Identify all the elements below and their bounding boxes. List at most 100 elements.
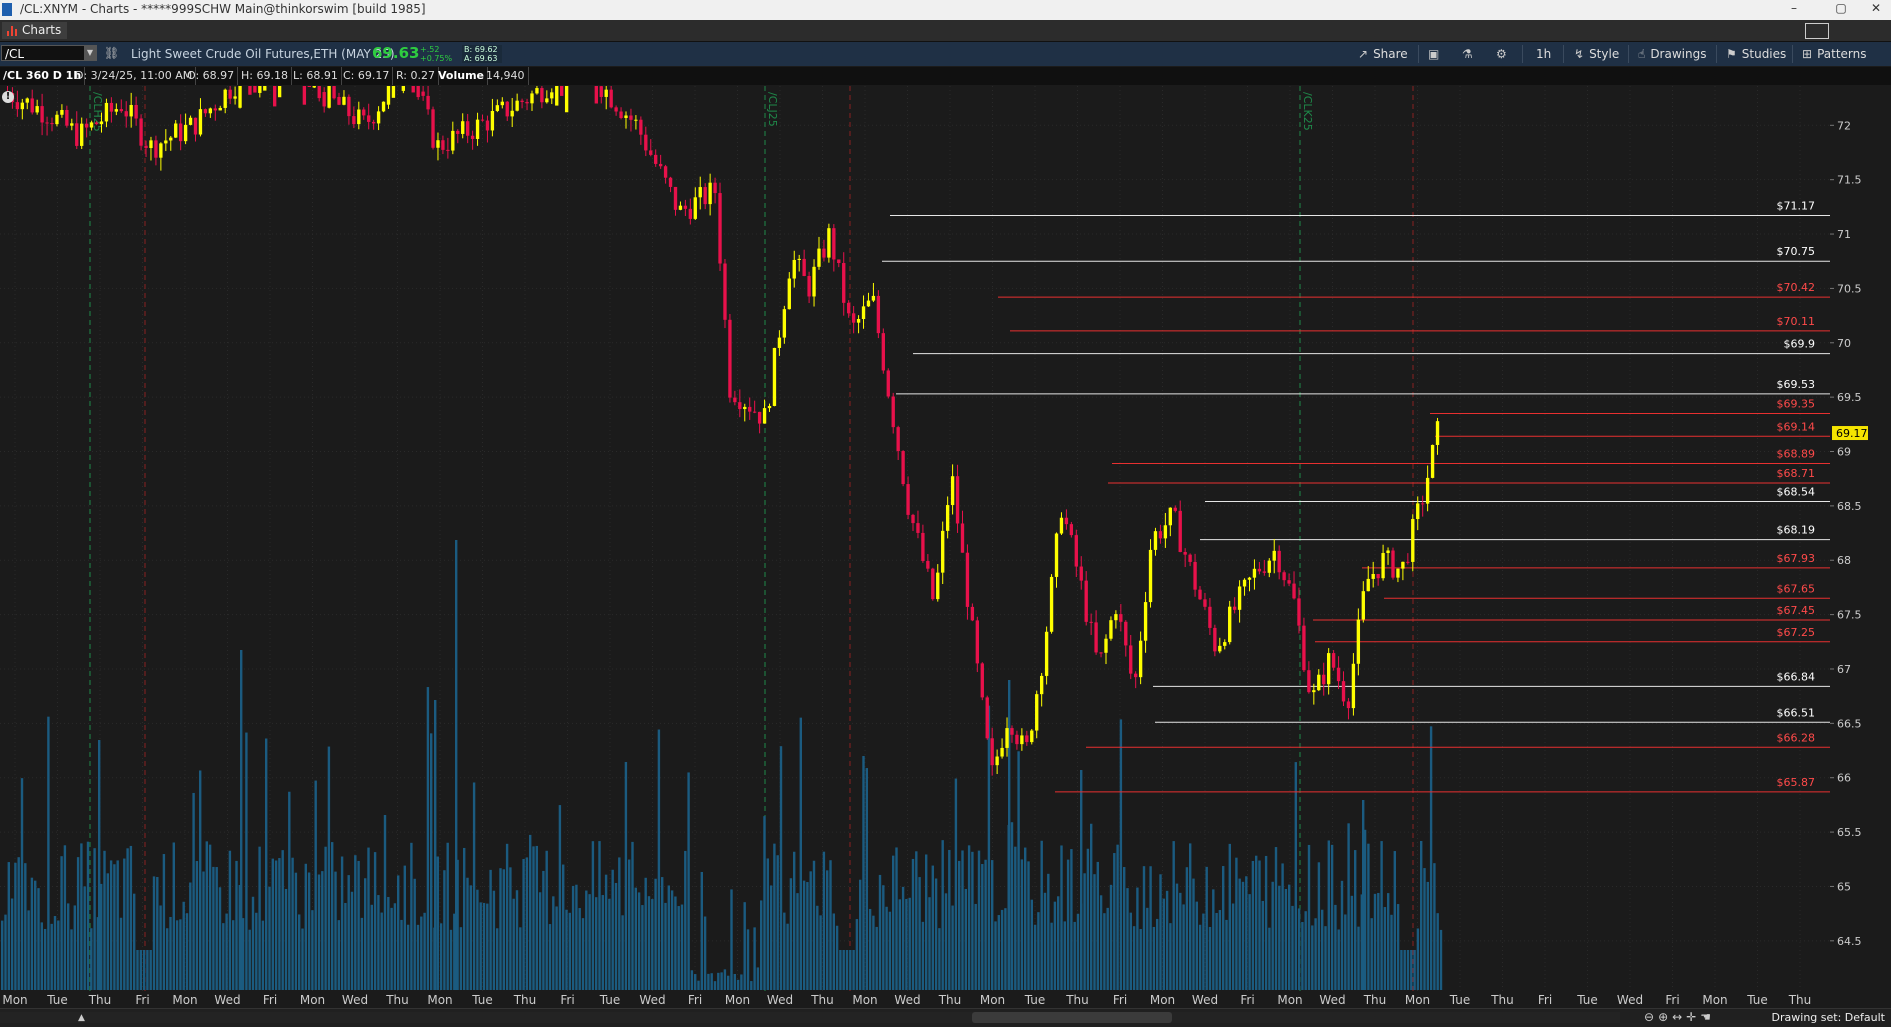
volume-bar (1096, 861, 1099, 990)
candle-body (1396, 568, 1400, 578)
zoom-in-icon[interactable]: ⊕ (1658, 1010, 1672, 1024)
volume-bar (888, 911, 892, 990)
volume-bar (1080, 770, 1083, 990)
settings-button[interactable]: ⚙ (1496, 45, 1512, 63)
volume-bar (684, 850, 687, 990)
candle-body (530, 93, 534, 104)
volume-bar (1400, 950, 1403, 990)
volume-bar (707, 973, 710, 990)
volume-bar (1047, 873, 1050, 990)
drawing-set-label[interactable]: Drawing set: Default (1772, 1011, 1885, 1024)
candle-body (426, 95, 430, 110)
price-chart[interactable]: /CLH25/CLJ25/CLK25 $71.17$70.75$70.42$70… (0, 86, 1891, 992)
volume-bar (1139, 929, 1142, 990)
volume-bar (855, 919, 859, 990)
tab-charts[interactable]: Charts (2, 22, 68, 39)
volume-bar (604, 874, 608, 990)
candle-body (748, 406, 752, 412)
last-price: 69.63 (372, 44, 420, 62)
thinkorswim-app-icon (2, 3, 12, 16)
hand-icon[interactable]: ☚ (1700, 1010, 1715, 1024)
volume-bar (205, 841, 208, 990)
symbol-dropdown-icon[interactable]: ▼ (84, 46, 96, 60)
candle-body (178, 123, 183, 142)
candle-body (757, 411, 762, 424)
volume-bar (469, 885, 472, 990)
candle-body (70, 123, 74, 126)
volume-bar (472, 782, 476, 990)
volume-bar (314, 780, 317, 990)
bar-low: L: 68.91 (290, 67, 342, 85)
volume-bar (519, 927, 522, 990)
minimize-button[interactable]: – (1779, 1, 1809, 15)
axis-tick-label: 65 (1837, 880, 1851, 893)
time-axis-label: Fri (1537, 993, 1553, 1007)
maximize-button[interactable]: ▢ (1826, 1, 1856, 15)
candle-body (1035, 694, 1039, 731)
expand-icon[interactable]: ▲ (78, 1013, 85, 1023)
volume-bar (1073, 921, 1076, 990)
flexible-grid-button[interactable]: ▣ (1428, 45, 1444, 63)
link-icon[interactable]: ⛓ (104, 46, 119, 60)
zoom-out-icon[interactable]: ⊖ (1644, 1010, 1658, 1024)
volume-bar (1208, 926, 1212, 990)
volume-bar (585, 890, 588, 990)
volume-bar (496, 928, 499, 990)
volume-bar (93, 848, 96, 990)
candle-body (109, 102, 114, 112)
symbol-input[interactable]: /CL (1, 45, 97, 61)
candle-body (35, 106, 39, 113)
volume-bar (1179, 892, 1182, 990)
time-axis-label: Mon (1702, 993, 1728, 1007)
volume-bar (1301, 921, 1304, 990)
volume-bar (779, 746, 783, 990)
layout-box-icon[interactable] (1805, 23, 1829, 39)
zoom-controls[interactable]: ⊖⊕↔✛☚ (1644, 1010, 1715, 1024)
close-window-button[interactable]: ✕ (1861, 1, 1891, 15)
volume-bar (1255, 855, 1258, 990)
drawings-button[interactable]: ☝ Drawings (1638, 45, 1706, 63)
share-button[interactable]: ↗ Share (1358, 45, 1408, 63)
volume-bar (677, 906, 680, 990)
volume-bar (397, 875, 400, 990)
candle-body (75, 123, 79, 146)
time-axis-label: Mon (2, 993, 28, 1007)
crosshair-icon[interactable]: ✛ (1686, 1010, 1700, 1024)
volume-bar (1258, 860, 1261, 990)
volume-bar (321, 871, 324, 990)
volume-bar (697, 980, 700, 990)
chart-scrollbar-track[interactable] (0, 1012, 1620, 1023)
volume-bar (4, 914, 7, 990)
style-button[interactable]: ↯ Style (1574, 45, 1619, 63)
volume-bar (783, 912, 786, 990)
candle-body (1386, 550, 1390, 554)
time-axis-label: Fri (1112, 993, 1128, 1007)
patterns-button[interactable]: ⊞ Patterns (1802, 45, 1867, 63)
lab-button[interactable]: ⚗ (1462, 45, 1478, 63)
volume-bar (700, 871, 703, 990)
chart-scrollbar-thumb[interactable] (972, 1012, 1172, 1023)
volume-bar (868, 908, 872, 990)
time-axis-label: Thu (1066, 993, 1089, 1007)
volume-bar (796, 893, 799, 990)
volume-bar (1362, 800, 1365, 990)
candle-body (1213, 627, 1217, 652)
studies-button[interactable]: ⚑ Studies (1726, 45, 1786, 63)
alert-icon[interactable]: ! (2, 91, 14, 103)
volume-bar (1347, 823, 1350, 990)
volume-bar (14, 862, 17, 990)
volume-bar (455, 540, 458, 990)
volume-bar (1086, 848, 1090, 990)
volume-bar (1413, 950, 1416, 990)
volume-bar (199, 770, 202, 990)
axis-tick-label: 66 (1837, 772, 1851, 785)
volume-bar (948, 849, 951, 990)
candle-body (332, 86, 336, 99)
timeframe-button[interactable]: 1h (1536, 45, 1551, 63)
volume-bar (1403, 950, 1406, 990)
volume-bar (921, 921, 925, 990)
pan-horizontal-icon[interactable]: ↔ (1672, 1010, 1686, 1024)
volume-bar (1189, 843, 1192, 990)
volume-bar (1050, 922, 1053, 990)
candle-body (327, 86, 331, 108)
